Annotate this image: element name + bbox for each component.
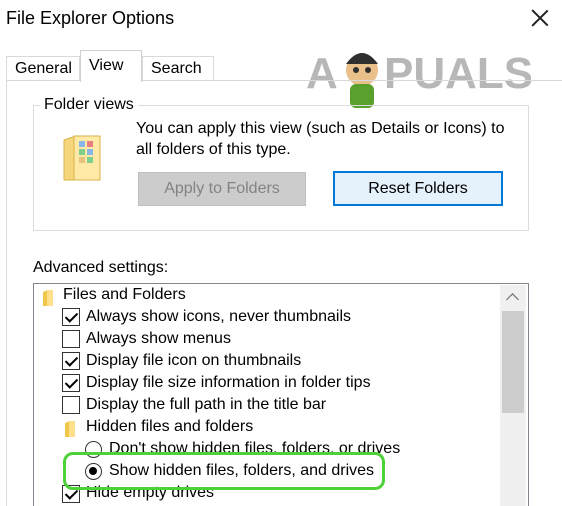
option-label: Show hidden files, folders, and drives: [109, 462, 375, 479]
advanced-settings-list[interactable]: Files and Folders Always show icons, nev…: [33, 283, 529, 506]
title-bar: File Explorer Options: [0, 0, 562, 40]
window-title: File Explorer Options: [6, 8, 175, 28]
file-explorer-options-dialog: File Explorer Options A PUALS General Vi…: [0, 0, 562, 506]
checkbox-hide-empty-drives[interactable]: [62, 485, 80, 503]
option-label: Don't show hidden files, folders, or dri…: [109, 440, 401, 457]
option-label: Hide empty drives: [86, 484, 215, 501]
tree-item-hidden-files-and-folders: Hidden files and folders: [86, 418, 254, 435]
checkbox-display-file-icon[interactable]: [62, 352, 80, 370]
option-label: Always show icons, never thumbnails: [86, 308, 352, 325]
checkbox-always-show-icons[interactable]: [62, 308, 80, 326]
tab-search[interactable]: Search: [142, 56, 214, 80]
tree-item-files-and-folders: Files and Folders: [63, 286, 186, 303]
checkbox-display-file-size[interactable]: [62, 374, 80, 392]
checkbox-display-full-path[interactable]: [62, 396, 80, 414]
folder-views-description: You can apply this view (such as Details…: [136, 120, 505, 158]
option-label: Display file icon on thumbnails: [86, 352, 302, 369]
folder-views-icon: [63, 135, 101, 181]
checkbox-always-show-menus[interactable]: [62, 330, 80, 348]
option-label: Always show menus: [86, 330, 231, 347]
scroll-thumb[interactable]: [502, 311, 524, 413]
apply-to-folders-button[interactable]: Apply to Folders: [138, 172, 306, 206]
reset-folders-button[interactable]: Reset Folders: [333, 171, 503, 206]
option-label: Display file size information in folder …: [86, 374, 371, 391]
option-label: Display the full path in the title bar: [86, 396, 327, 413]
close-icon[interactable]: [528, 6, 552, 30]
scroll-up-icon[interactable]: [500, 285, 526, 311]
tab-general[interactable]: General: [6, 56, 80, 80]
folder-icon: [43, 290, 53, 306]
vertical-scrollbar[interactable]: [500, 285, 526, 506]
advanced-settings-label: Advanced settings:: [33, 259, 169, 276]
radio-dont-show-hidden[interactable]: [85, 441, 102, 458]
folder-icon: [65, 421, 75, 437]
tab-view[interactable]: View: [80, 50, 142, 82]
folder-views-label: Folder views: [40, 96, 138, 114]
radio-show-hidden[interactable]: [85, 463, 102, 480]
